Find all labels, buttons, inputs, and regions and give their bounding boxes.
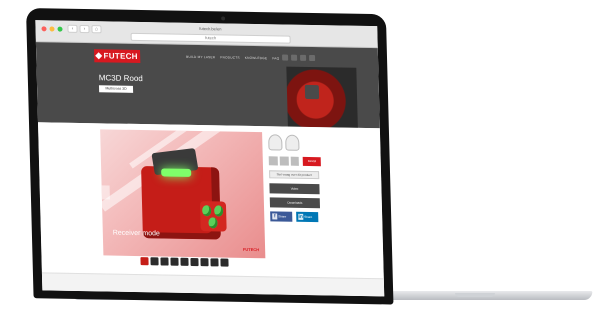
brand-logo[interactable]: FUTECH xyxy=(94,49,141,64)
home-button[interactable]: ⌂ xyxy=(91,25,102,34)
ask-question-button[interactable]: Stel vraag over dit product xyxy=(269,170,320,180)
thumbnail[interactable] xyxy=(190,257,199,267)
nav-item[interactable]: BUILD MY LASER xyxy=(186,55,215,60)
thumbnail[interactable] xyxy=(210,258,219,267)
minimize-window-button[interactable] xyxy=(49,26,55,32)
nav-item[interactable]: FAQ xyxy=(272,56,279,60)
product-image-viewer[interactable]: Receiver mode FUTECH xyxy=(100,129,266,259)
laser-device-front xyxy=(199,201,227,232)
thumbnail[interactable] xyxy=(180,257,189,266)
laser-lens-icon xyxy=(202,205,212,217)
laser-glow xyxy=(161,168,192,177)
back-button[interactable]: ‹ xyxy=(67,24,78,33)
thumbnail[interactable] xyxy=(170,257,179,266)
browser-nav: ‹ › ⌂ xyxy=(67,24,102,34)
share-label: Share xyxy=(278,214,287,219)
previous-image-arrow[interactable] xyxy=(101,185,110,200)
browser-window: ‹ › ⌂ futech.be/en futech FUTECH BUILD M… xyxy=(35,20,385,297)
laptop-lid: ‹ › ⌂ futech.be/en futech FUTECH BUILD M… xyxy=(26,8,394,305)
facebook-icon: f xyxy=(272,213,278,220)
language-icon[interactable] xyxy=(309,54,316,62)
thumbnail[interactable] xyxy=(220,258,229,267)
laptop-scene: ‹ › ⌂ futech.be/en futech FUTECH BUILD M… xyxy=(0,0,595,311)
user-icon[interactable] xyxy=(291,54,298,61)
linkedin-share-button[interactable]: in Share xyxy=(296,211,319,223)
thumbnail[interactable] xyxy=(200,258,209,267)
laser-lens-icon xyxy=(214,205,224,217)
top-navigation: BUILD MY LASER PRODUCTS KNOWLEDGE FAQ xyxy=(186,55,279,61)
logo-mark-icon xyxy=(95,52,103,60)
header-product-image xyxy=(286,66,358,128)
page-title: MC3D Rood xyxy=(98,73,143,84)
option-swatch[interactable] xyxy=(268,156,278,166)
product-tag-button[interactable]: Multicross 3D xyxy=(98,85,134,93)
laser-lens-icon xyxy=(208,217,218,229)
search-icon[interactable] xyxy=(282,54,289,61)
share-label: Share xyxy=(304,214,313,220)
address-bar[interactable]: futech xyxy=(130,32,291,44)
share-buttons: f Share in Share xyxy=(270,211,322,223)
site-header: FUTECH BUILD MY LASER PRODUCTS KNOWLEDGE… xyxy=(35,42,380,129)
order-button[interactable]: Bestel xyxy=(303,156,321,167)
camera-icon xyxy=(221,16,226,21)
forward-button[interactable]: › xyxy=(79,24,90,34)
nav-item[interactable]: KNOWLEDGE xyxy=(245,56,268,60)
certificate-badge-icon xyxy=(285,134,300,151)
image-watermark: FUTECH xyxy=(242,246,260,253)
downloads-button[interactable]: Downloads xyxy=(269,197,321,209)
certificate-badges xyxy=(268,134,320,151)
certificate-badge-icon xyxy=(268,134,283,151)
close-window-button[interactable] xyxy=(41,26,47,32)
zoom-window-button[interactable] xyxy=(57,26,63,32)
image-caption: Receiver mode xyxy=(112,229,160,238)
option-swatch[interactable] xyxy=(290,156,300,166)
linkedin-icon: in xyxy=(298,213,304,220)
thumbnail[interactable] xyxy=(160,257,169,266)
image-thumbnails xyxy=(103,256,265,267)
thumbnail[interactable] xyxy=(150,257,159,266)
thumbnail[interactable] xyxy=(140,257,149,266)
nav-item[interactable]: PRODUCTS xyxy=(220,55,240,59)
page-footer-strip xyxy=(41,272,385,297)
cart-icon[interactable] xyxy=(300,54,307,61)
product-side-panel: Bestel Stel vraag over dit product Video… xyxy=(268,134,322,223)
laptop-lip xyxy=(455,293,495,297)
logo-text: FUTECH xyxy=(103,51,138,61)
option-swatch[interactable] xyxy=(279,156,289,166)
tab-title[interactable]: futech.be/en xyxy=(155,25,265,32)
option-row: Bestel xyxy=(268,156,321,167)
facebook-share-button[interactable]: f Share xyxy=(270,211,293,222)
video-button[interactable]: Video xyxy=(269,183,320,195)
window-controls xyxy=(41,26,63,32)
header-icons xyxy=(282,54,316,62)
main-content: Receiver mode FUTECH Bestel Stel vraag o… xyxy=(37,122,385,297)
